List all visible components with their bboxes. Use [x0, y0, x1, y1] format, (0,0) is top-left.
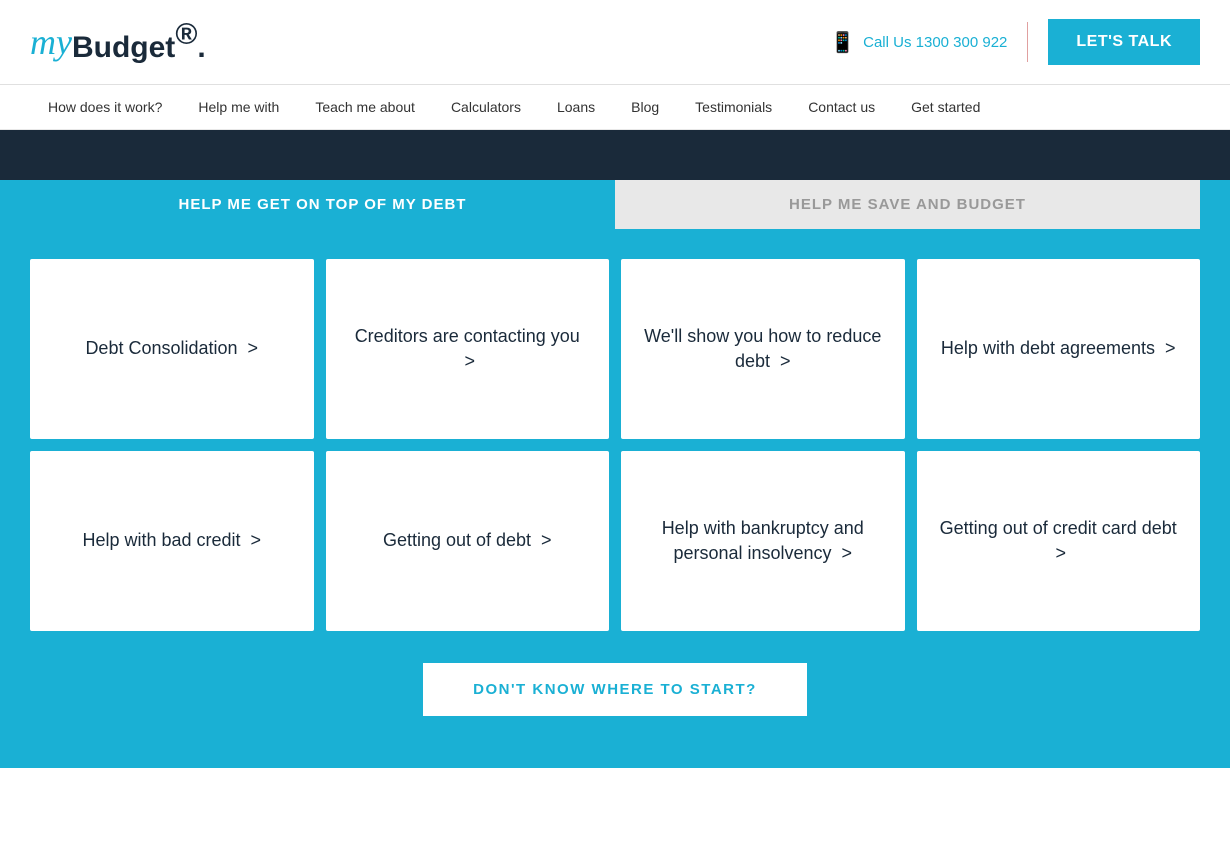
- header-divider: [1027, 22, 1028, 62]
- card-getting-out-of-debt[interactable]: Getting out of debt >: [326, 451, 610, 631]
- card-bad-credit[interactable]: Help with bad credit >: [30, 451, 314, 631]
- bottom-btn-area: DON'T KNOW WHERE TO START?: [30, 661, 1200, 718]
- nav-help-me-with[interactable]: Help me with: [180, 85, 297, 129]
- dont-know-button[interactable]: DON'T KNOW WHERE TO START?: [421, 661, 809, 718]
- main-content: Debt Consolidation > Creditors are conta…: [0, 229, 1230, 768]
- phone-label: Call Us 1300 300 922: [863, 34, 1007, 51]
- card-bankruptcy[interactable]: Help with bankruptcy and personal insolv…: [621, 451, 905, 631]
- tab-debt[interactable]: HELP ME GET ON TOP OF MY DEBT: [30, 180, 615, 229]
- tabs-container: HELP ME GET ON TOP OF MY DEBT HELP ME SA…: [30, 180, 1200, 229]
- card-reduce-debt[interactable]: We'll show you how to reduce debt >: [621, 259, 905, 439]
- nav-teach-me[interactable]: Teach me about: [297, 85, 433, 129]
- logo[interactable]: myBudget®.: [30, 18, 206, 66]
- card-credit-card-debt[interactable]: Getting out of credit card debt >: [917, 451, 1201, 631]
- main-nav: How does it work? Help me with Teach me …: [0, 85, 1230, 130]
- tab-save[interactable]: HELP ME SAVE AND BUDGET: [615, 180, 1200, 229]
- card-creditors-contacting[interactable]: Creditors are contacting you >: [326, 259, 610, 439]
- card-debt-consolidation[interactable]: Debt Consolidation >: [30, 259, 314, 439]
- nav-loans[interactable]: Loans: [539, 85, 613, 129]
- lets-talk-button[interactable]: Let's Talk: [1048, 19, 1200, 65]
- nav-blog[interactable]: Blog: [613, 85, 677, 129]
- nav-how-it-works[interactable]: How does it work?: [30, 85, 180, 129]
- nav-testimonials[interactable]: Testimonials: [677, 85, 790, 129]
- header-right: 📱 Call Us 1300 300 922 Let's Talk: [830, 19, 1200, 65]
- dark-band: [0, 130, 1230, 180]
- card-grid-row2: Help with bad credit > Getting out of de…: [30, 451, 1200, 631]
- phone-icon: 📱: [830, 30, 855, 55]
- logo-budget: Budget®.: [72, 18, 206, 66]
- nav-contact[interactable]: Contact us: [790, 85, 893, 129]
- phone-area[interactable]: 📱 Call Us 1300 300 922: [830, 30, 1007, 55]
- card-debt-agreements[interactable]: Help with debt agreements >: [917, 259, 1201, 439]
- nav-get-started[interactable]: Get started: [893, 85, 998, 129]
- nav-calculators[interactable]: Calculators: [433, 85, 539, 129]
- site-header: myBudget®. 📱 Call Us 1300 300 922 Let's …: [0, 0, 1230, 85]
- card-grid-row1: Debt Consolidation > Creditors are conta…: [30, 259, 1200, 439]
- logo-my: my: [30, 21, 72, 63]
